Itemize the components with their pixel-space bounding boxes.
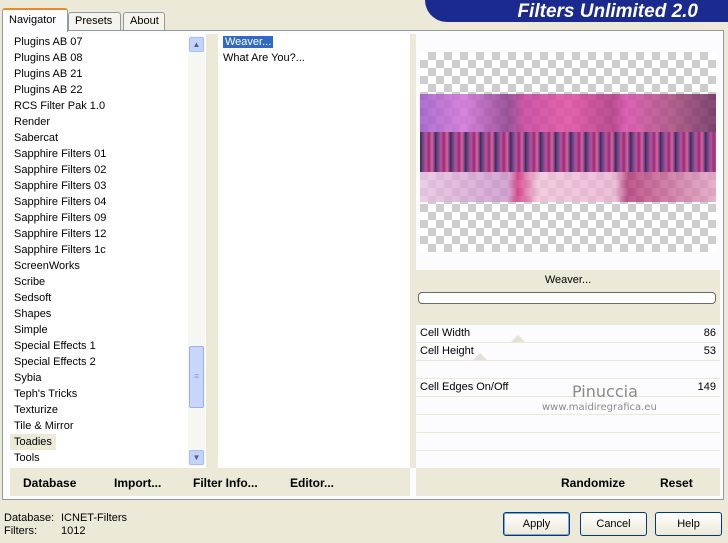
preview-band	[420, 132, 716, 172]
list-item[interactable]: Tile & Mirror	[10, 418, 206, 434]
list-item[interactable]: Plugins AB 08	[10, 50, 206, 66]
filter-info-button[interactable]: Filter Info...	[193, 476, 258, 490]
slider-cell-width[interactable]: Cell Width 86	[416, 324, 720, 343]
import-button[interactable]: Import...	[114, 476, 161, 490]
filter-name-label: Weaver...	[416, 270, 720, 290]
list-item[interactable]: Sapphire Filters 01	[10, 146, 206, 162]
spacer	[416, 306, 720, 324]
list-item[interactable]: Special Effects 1	[10, 338, 206, 354]
list-item[interactable]: Sabercat	[10, 130, 206, 146]
list-item[interactable]: Sapphire Filters 12	[10, 226, 206, 242]
status-database-label: Database:	[4, 512, 55, 524]
slider-empty[interactable]	[416, 450, 720, 468]
status-filters-value: 1012	[61, 525, 86, 537]
cancel-button[interactable]: Cancel	[580, 512, 647, 536]
slider-label: Cell Height	[420, 345, 474, 357]
list-item[interactable]: Sapphire Filters 04	[10, 194, 206, 210]
slider-empty[interactable]	[416, 414, 720, 432]
list-item[interactable]: Sapphire Filters 09	[10, 210, 206, 226]
divider	[206, 34, 218, 468]
list-item[interactable]: Teph's Tricks	[10, 386, 206, 402]
category-list[interactable]: Plugins AB 07 Plugins AB 08 Plugins AB 2…	[10, 34, 206, 468]
list-item[interactable]: Sapphire Filters 1c	[10, 242, 206, 258]
list-item[interactable]: Sedsoft	[10, 290, 206, 306]
status-filters: Filters: 1012	[4, 525, 85, 537]
list-item[interactable]: Sapphire Filters 03	[10, 178, 206, 194]
progress-bar	[418, 292, 716, 304]
list-item[interactable]: Special Effects 2	[10, 354, 206, 370]
preview-image	[420, 52, 716, 252]
list-item[interactable]: Sapphire Filters 02	[10, 162, 206, 178]
slider-value: 86	[703, 327, 716, 339]
tab-navigator[interactable]: Navigator	[2, 8, 68, 32]
category-scrollbar[interactable]: ▲ ≡ ▼	[188, 36, 205, 466]
status-filters-label: Filters:	[4, 525, 37, 537]
slider-cell-edges[interactable]: Cell Edges On/Off 149	[416, 378, 720, 396]
slider-value: 53	[703, 345, 716, 357]
title-banner: Filters Unlimited 2.0	[425, 0, 728, 22]
scroll-thumb[interactable]: ≡	[189, 346, 204, 408]
list-item[interactable]: Plugins AB 07	[10, 34, 206, 50]
filter-item-selected[interactable]: Weaver...	[218, 34, 410, 50]
apply-button[interactable]: Apply	[503, 512, 570, 536]
list-item[interactable]: Plugins AB 22	[10, 82, 206, 98]
randomize-button[interactable]: Randomize	[561, 476, 625, 490]
preview-band	[420, 94, 716, 132]
reset-button[interactable]: Reset	[660, 476, 693, 490]
editor-button[interactable]: Editor...	[290, 476, 334, 490]
tab-presets[interactable]: Presets	[68, 12, 121, 30]
list-item-selected[interactable]: Toadies	[10, 434, 56, 450]
scroll-down-icon[interactable]: ▼	[189, 450, 204, 465]
list-item[interactable]: ScreenWorks	[10, 258, 206, 274]
status-database-value: ICNET-Filters	[61, 512, 127, 524]
filter-item-label: Weaver...	[223, 36, 274, 48]
filter-item[interactable]: What Are You?...	[218, 50, 410, 66]
preview-band	[420, 172, 716, 202]
slider-empty[interactable]	[416, 360, 720, 378]
list-item[interactable]: Simple	[10, 322, 206, 338]
slider-label: Cell Edges On/Off	[420, 381, 509, 393]
list-item[interactable]: Plugins AB 21	[10, 66, 206, 82]
watermark-name: Pinuccia	[572, 382, 638, 401]
list-item[interactable]: Tools	[10, 450, 206, 466]
list-item[interactable]: Scribe	[10, 274, 206, 290]
help-button[interactable]: Help	[655, 512, 722, 536]
list-item[interactable]: RCS Filter Pak 1.0	[10, 98, 206, 114]
list-item[interactable]: Render	[10, 114, 206, 130]
banner-title: Filters Unlimited 2.0	[517, 1, 698, 22]
filter-list[interactable]: Weaver... What Are You?...	[218, 34, 410, 468]
slider-cell-height[interactable]: Cell Height 53	[416, 342, 720, 361]
slider-empty[interactable]	[416, 432, 720, 450]
status-database: Database: ICNET-Filters	[4, 512, 127, 524]
watermark-url: www.maidiregrafica.eu	[542, 402, 657, 413]
slider-label: Cell Width	[420, 327, 471, 339]
list-item[interactable]: Sybia	[10, 370, 206, 386]
slider-value: 149	[697, 381, 716, 393]
tab-about[interactable]: About	[123, 12, 165, 30]
list-item[interactable]: Shapes	[10, 306, 206, 322]
database-button[interactable]: Database	[23, 476, 76, 490]
list-item[interactable]: Texturize	[10, 402, 206, 418]
scroll-up-icon[interactable]: ▲	[189, 37, 204, 52]
